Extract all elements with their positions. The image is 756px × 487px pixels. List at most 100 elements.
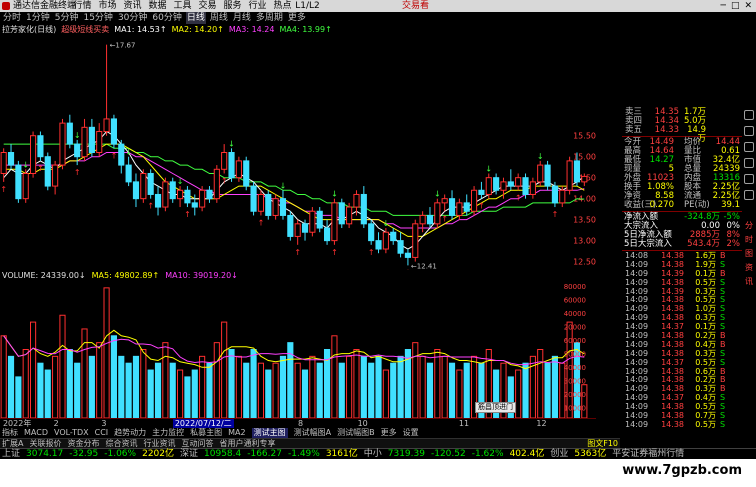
candle[interactable] bbox=[434, 198, 441, 229]
candle[interactable] bbox=[184, 186, 191, 208]
candle[interactable] bbox=[81, 118, 88, 161]
candle[interactable] bbox=[471, 186, 478, 216]
menu-item[interactable]: 行情 bbox=[70, 0, 95, 12]
volume-chart[interactable]: 80000 60000 40000 20000 60000 50000 40000 30000… bbox=[0, 281, 596, 418]
candle[interactable] bbox=[309, 207, 316, 237]
candle[interactable] bbox=[250, 181, 257, 216]
side-tab-label[interactable]: 分 bbox=[745, 220, 753, 231]
candle[interactable] bbox=[448, 190, 456, 220]
candle[interactable] bbox=[316, 207, 323, 233]
period-tab[interactable]: 分时 bbox=[2, 12, 22, 24]
candle[interactable] bbox=[412, 219, 419, 262]
candle[interactable] bbox=[529, 177, 536, 199]
candle[interactable] bbox=[103, 44, 110, 136]
candle[interactable] bbox=[257, 190, 264, 216]
candle[interactable] bbox=[37, 131, 44, 161]
extension-tab[interactable]: 扩展A bbox=[2, 439, 23, 448]
candle[interactable] bbox=[88, 118, 95, 157]
candle[interactable] bbox=[154, 186, 162, 216]
menu-item[interactable]: 服务 bbox=[220, 0, 245, 12]
menu-item[interactable]: 行业 bbox=[245, 0, 270, 12]
f10-tab[interactable]: 图文F10 bbox=[587, 439, 620, 448]
period-tab[interactable]: 多周期 bbox=[255, 12, 284, 24]
extension-tab[interactable]: 省用户通利专享 bbox=[219, 439, 275, 448]
candle[interactable] bbox=[265, 190, 272, 220]
candle[interactable] bbox=[213, 165, 220, 203]
candle[interactable] bbox=[324, 219, 331, 245]
menu-item[interactable]: 交易 bbox=[195, 0, 220, 12]
maximize-icon[interactable]: □ bbox=[731, 0, 740, 12]
candle[interactable] bbox=[522, 173, 529, 199]
indicator-tab[interactable]: 测试幅图A bbox=[294, 428, 331, 438]
indicator-tab[interactable]: CCI bbox=[95, 428, 109, 438]
candle[interactable] bbox=[353, 190, 360, 216]
menu-item[interactable]: 工具 bbox=[170, 0, 195, 12]
indicator-tab[interactable]: 趋势动力 bbox=[114, 428, 146, 438]
side-tab-label[interactable]: 讯 bbox=[745, 276, 753, 287]
side-tab-label[interactable]: 资 bbox=[745, 262, 753, 273]
candle[interactable] bbox=[66, 114, 73, 149]
candle[interactable] bbox=[162, 177, 169, 212]
index-name[interactable]: 深证 bbox=[180, 449, 198, 459]
indicator-tab[interactable]: VOL-TDX bbox=[54, 428, 89, 438]
candle[interactable] bbox=[346, 202, 353, 229]
candle[interactable] bbox=[110, 114, 117, 149]
index-name[interactable]: 上证 bbox=[2, 449, 20, 459]
candle[interactable] bbox=[272, 194, 279, 220]
indicator-tab[interactable]: 私募主图 bbox=[190, 428, 222, 438]
candle[interactable] bbox=[338, 198, 345, 229]
candle[interactable] bbox=[59, 118, 66, 170]
indicator-name[interactable]: 超级短线买卖 bbox=[61, 24, 109, 35]
tool-icon[interactable] bbox=[744, 174, 754, 184]
tool-icon[interactable] bbox=[744, 190, 754, 200]
candle[interactable] bbox=[132, 173, 140, 208]
candle[interactable] bbox=[485, 173, 492, 199]
candle[interactable] bbox=[52, 160, 59, 195]
candle[interactable] bbox=[382, 228, 389, 254]
period-tab[interactable]: 30分钟 bbox=[117, 12, 148, 24]
candle[interactable] bbox=[368, 219, 375, 245]
candle[interactable] bbox=[279, 190, 287, 220]
period-tab[interactable]: 月线 bbox=[232, 12, 252, 24]
candle[interactable] bbox=[551, 181, 558, 208]
candle[interactable] bbox=[478, 181, 485, 199]
period-tab[interactable]: 日线 bbox=[185, 12, 206, 24]
tool-icon[interactable] bbox=[744, 110, 754, 120]
period-tab[interactable]: 更多 bbox=[287, 12, 307, 24]
candle[interactable] bbox=[360, 186, 367, 229]
candle[interactable] bbox=[404, 249, 411, 266]
candle[interactable] bbox=[7, 144, 15, 170]
menu-item[interactable]: L1/L2 bbox=[295, 0, 320, 12]
candle[interactable] bbox=[331, 198, 338, 245]
index-name[interactable]: 中小 bbox=[364, 449, 382, 459]
candle[interactable] bbox=[147, 169, 154, 199]
index-name[interactable]: 创业 bbox=[550, 449, 568, 459]
candle[interactable] bbox=[0, 148, 7, 182]
candlestick-chart[interactable]: 15.5015.0014.5014.0013.5013.0012.50↑↓↑↑↓… bbox=[0, 35, 596, 270]
candle[interactable] bbox=[566, 156, 573, 195]
tool-icon[interactable] bbox=[744, 158, 754, 168]
indicator-tab[interactable]: MA2 bbox=[228, 428, 245, 438]
candle[interactable] bbox=[221, 144, 228, 174]
candle[interactable] bbox=[30, 131, 37, 178]
stock-name[interactable]: 拉芳家化(日线) bbox=[2, 24, 56, 35]
close-icon[interactable]: ✕ bbox=[744, 0, 752, 12]
menu-item[interactable]: 资讯 bbox=[120, 0, 145, 12]
period-tab[interactable]: 60分钟 bbox=[151, 12, 182, 24]
indicator-tab[interactable]: 测试主图 bbox=[251, 428, 288, 438]
candle[interactable] bbox=[507, 169, 514, 191]
candle[interactable] bbox=[235, 156, 242, 182]
candle[interactable] bbox=[537, 160, 544, 187]
candle[interactable] bbox=[390, 228, 397, 245]
candle[interactable] bbox=[125, 156, 132, 187]
candle[interactable] bbox=[419, 211, 426, 233]
candle[interactable] bbox=[15, 160, 22, 203]
extension-tab[interactable]: 资金分布 bbox=[67, 439, 99, 448]
menu-item[interactable]: 数据 bbox=[145, 0, 170, 12]
brand-label[interactable]: 交易看 bbox=[402, 0, 429, 12]
candle[interactable] bbox=[44, 152, 51, 191]
candle[interactable] bbox=[22, 169, 29, 203]
period-tab[interactable]: 15分钟 bbox=[82, 12, 113, 24]
candle[interactable] bbox=[206, 186, 213, 203]
candle[interactable] bbox=[96, 123, 103, 157]
